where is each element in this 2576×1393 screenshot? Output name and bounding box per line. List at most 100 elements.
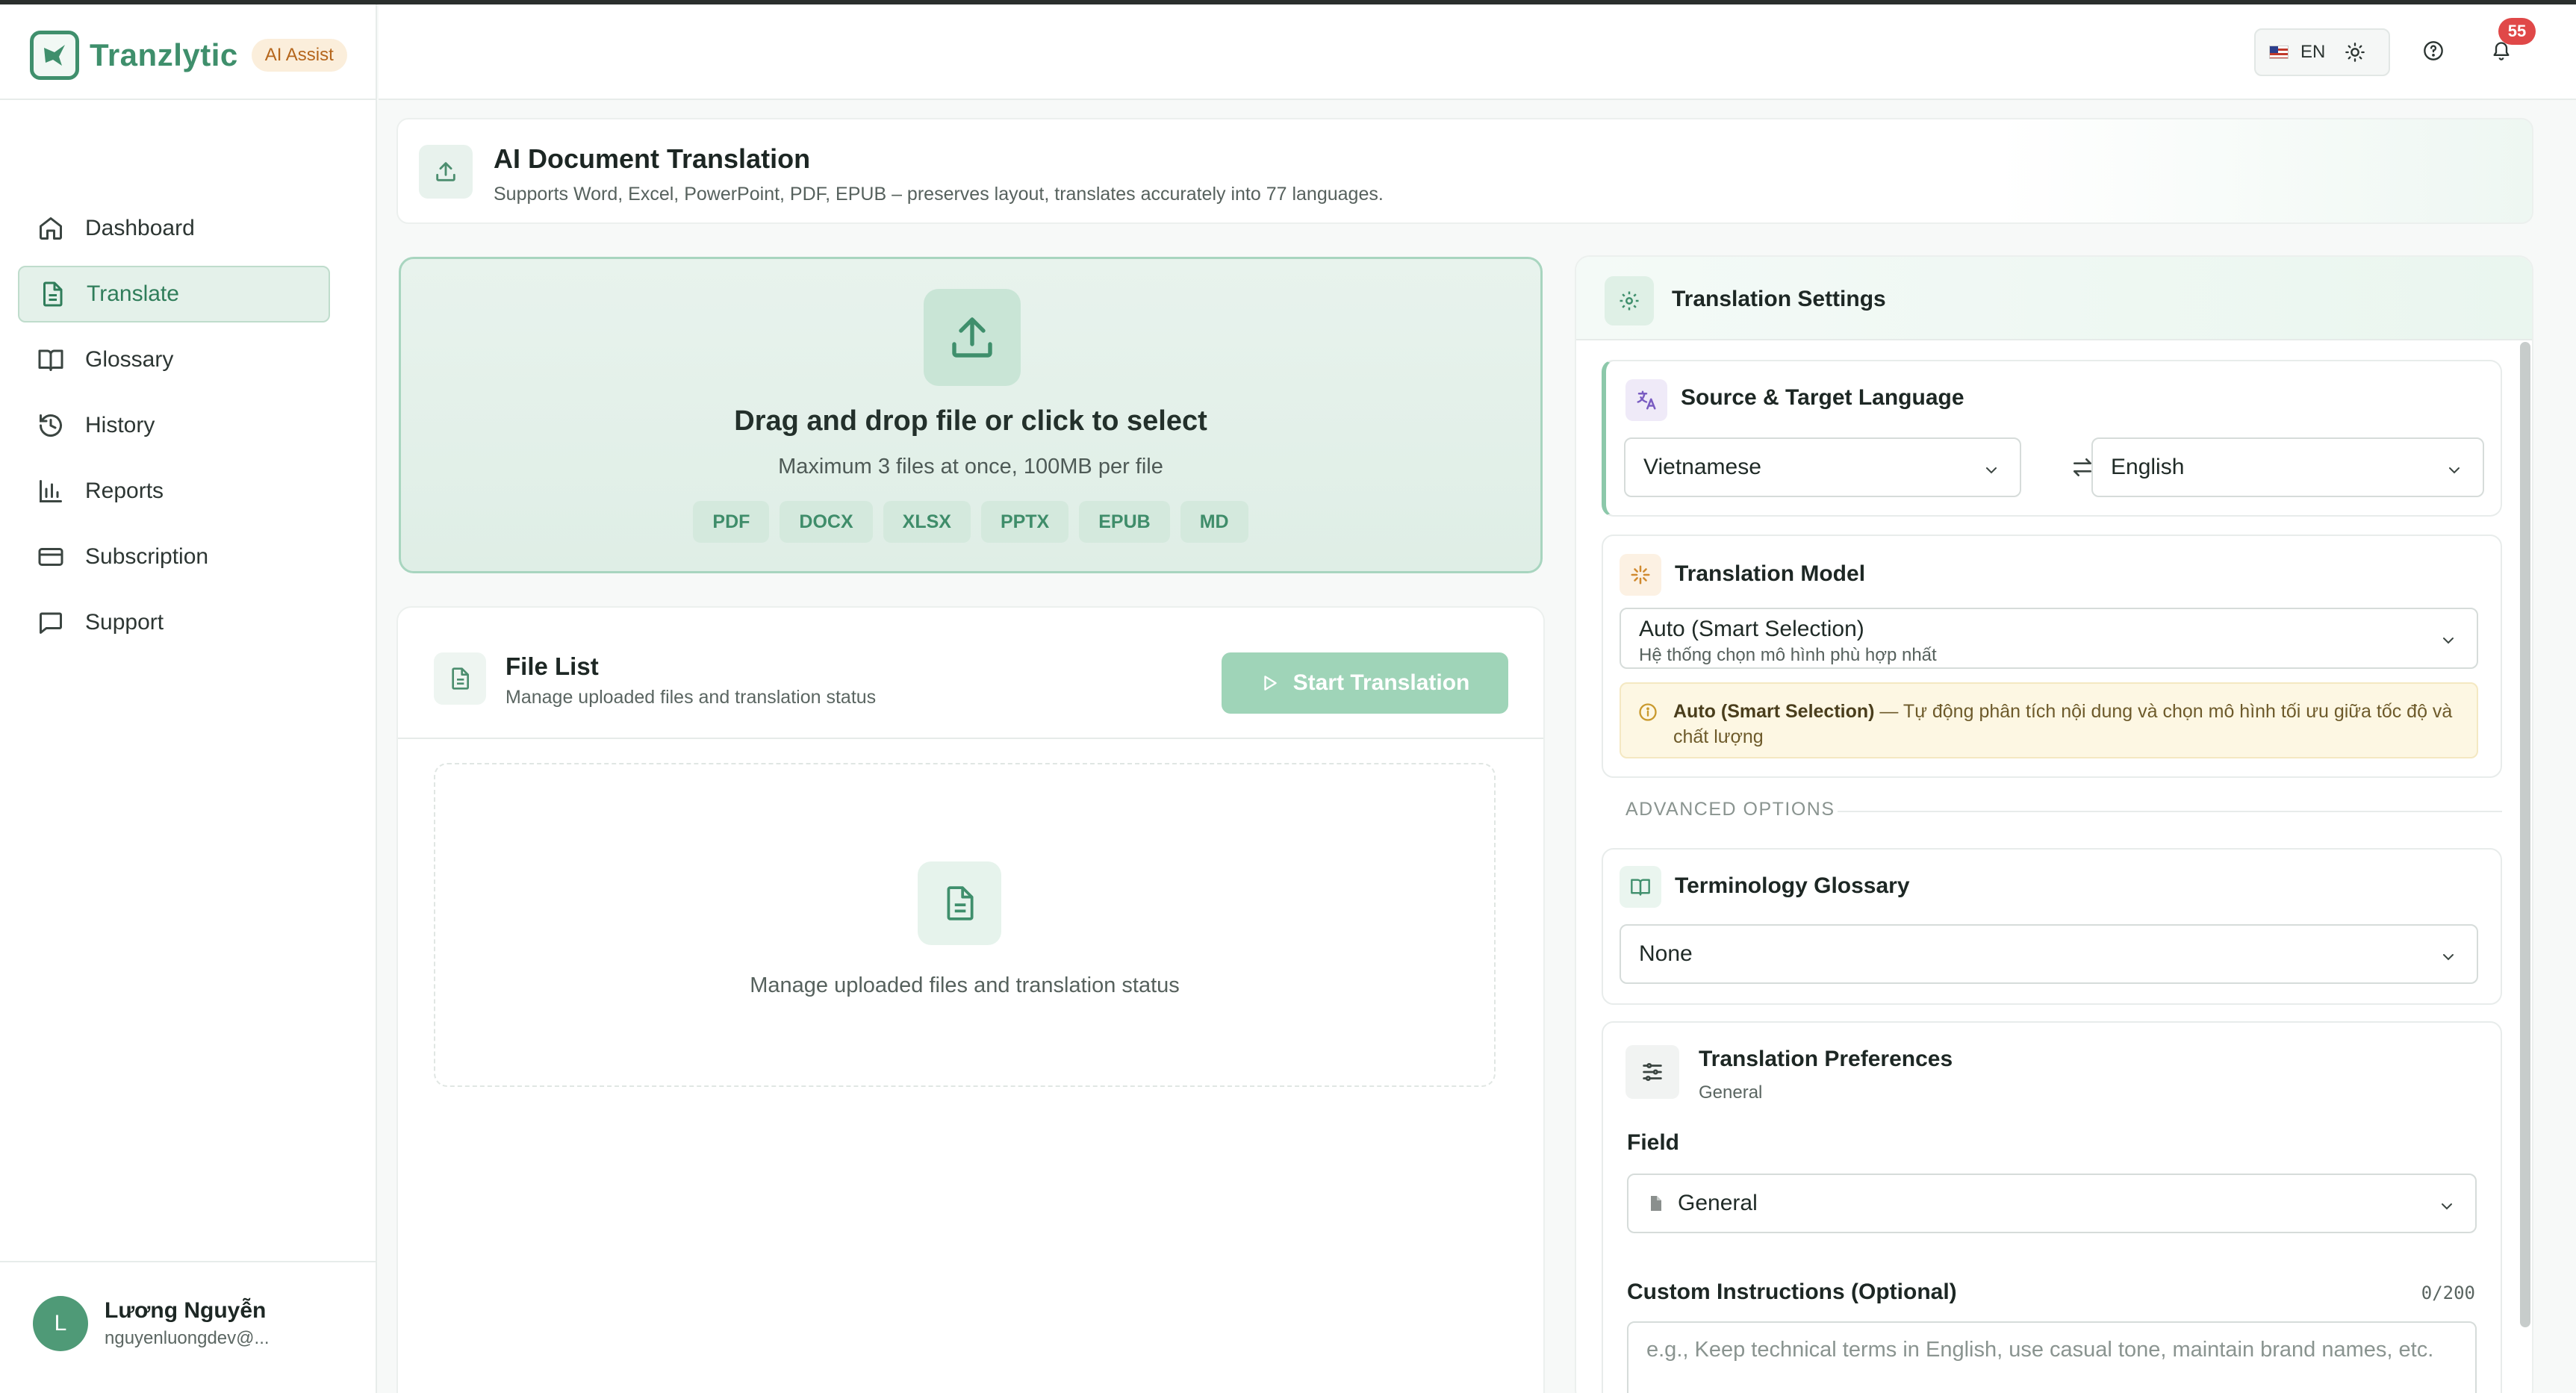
dropzone-subtitle: Maximum 3 files at once, 100MB per file xyxy=(778,455,1163,479)
user-name: Lương Nguyễn xyxy=(105,1298,267,1323)
file-list-subtitle: Manage uploaded files and translation st… xyxy=(505,687,877,708)
start-translation-label: Start Translation xyxy=(1292,670,1470,695)
book-icon xyxy=(1620,866,1661,908)
model-select[interactable]: Auto (Smart Selection) Hệ thống chọn mô … xyxy=(1620,608,2478,669)
nav-item-support[interactable]: Support xyxy=(18,594,330,651)
user-profile[interactable]: L Lương Nguyễn nguyenluongdev@... xyxy=(33,1296,270,1351)
us-flag-icon xyxy=(2269,46,2289,59)
main-nav: Dashboard Translate Glossary History Rep… xyxy=(18,200,330,660)
preferences-section-title: Translation Preferences xyxy=(1699,1047,1953,1071)
nav-label: Reports xyxy=(85,479,164,503)
file-list-title: File List xyxy=(505,652,599,680)
start-translation-button[interactable]: Start Translation xyxy=(1222,652,1508,714)
bar-chart-icon xyxy=(36,476,66,506)
sparkle-icon xyxy=(1620,554,1661,596)
divider xyxy=(0,99,376,100)
file-list-empty-state: Manage uploaded files and translation st… xyxy=(434,763,1496,1087)
source-language-select[interactable]: Vietnamese xyxy=(1624,437,2021,497)
avatar: L xyxy=(33,1296,88,1351)
format-chip-xlsx: XLSX xyxy=(883,501,971,543)
sun-icon[interactable] xyxy=(2343,40,2367,64)
preferences-section: Translation Preferences General Field Ge… xyxy=(1602,1021,2502,1393)
sliders-icon xyxy=(1625,1045,1679,1099)
top-header xyxy=(379,4,2576,100)
model-value: Auto (Smart Selection) xyxy=(1639,617,1864,641)
file-dropzone[interactable]: Drag and drop file or click to select Ma… xyxy=(399,257,1543,573)
file-text-icon xyxy=(37,279,67,309)
brand[interactable]: Tranzlytic AI Assist xyxy=(30,27,347,84)
divider xyxy=(0,1261,376,1262)
page-banner: AI Document Translation Supports Word, E… xyxy=(396,118,2533,224)
settings-title: Translation Settings xyxy=(1672,287,1886,311)
nav-item-translate[interactable]: Translate xyxy=(18,266,330,322)
nav-label: History xyxy=(85,413,155,437)
info-icon xyxy=(1637,702,1658,726)
chevron-down-icon xyxy=(2439,947,2457,972)
format-chip-md: MD xyxy=(1180,501,1248,543)
model-info-callout: Auto (Smart Selection) — Tự động phân tí… xyxy=(1620,682,2478,758)
nav-item-history[interactable]: History xyxy=(18,397,330,454)
history-icon xyxy=(36,411,66,440)
model-section: Translation Model Auto (Smart Selection)… xyxy=(1602,535,2502,778)
language-selector[interactable]: EN xyxy=(2300,42,2325,63)
user-email: nguyenluongdev@... xyxy=(105,1328,270,1348)
divider xyxy=(1838,811,2502,812)
chevron-down-icon xyxy=(2439,630,2457,655)
preferences-subtitle: General xyxy=(1699,1082,1763,1103)
book-icon xyxy=(36,345,66,375)
language-section: Source & Target Language Vietnamese Engl… xyxy=(1602,360,2502,517)
model-value-description: Hệ thống chọn mô hình phù hợp nhất xyxy=(1639,645,1937,665)
model-info-text: Auto (Smart Selection) — Tự động phân tí… xyxy=(1673,699,2465,750)
custom-instructions-label: Custom Instructions (Optional) xyxy=(1627,1280,1957,1304)
model-section-title: Translation Model xyxy=(1675,561,1866,586)
nav-item-reports[interactable]: Reports xyxy=(18,463,330,520)
dropzone-title: Drag and drop file or click to select xyxy=(734,405,1207,437)
field-label: Field xyxy=(1627,1130,1680,1155)
upload-icon xyxy=(924,289,1021,386)
field-select[interactable]: General xyxy=(1627,1174,2477,1233)
format-chip-pdf: PDF xyxy=(693,501,770,543)
document-icon xyxy=(1646,1194,1664,1212)
format-chips: PDF DOCX XLSX PPTX EPUB MD xyxy=(401,501,1540,543)
notification-count-badge: 55 xyxy=(2498,18,2536,45)
advanced-options-label: ADVANCED OPTIONS xyxy=(1625,799,1835,820)
help-icon[interactable] xyxy=(2420,37,2447,64)
target-language-select[interactable]: English xyxy=(2091,437,2484,497)
chevron-down-icon xyxy=(1982,460,2000,485)
nav-label: Dashboard xyxy=(85,216,195,240)
model-info-bold: Auto (Smart Selection) xyxy=(1673,701,1875,722)
divider xyxy=(398,738,1543,739)
glossary-section: Terminology Glossary None xyxy=(1602,848,2502,1005)
character-counter: 0/200 xyxy=(2421,1283,2475,1303)
gear-icon xyxy=(1605,276,1654,325)
chevron-down-icon xyxy=(2445,460,2463,485)
file-icon xyxy=(918,861,1001,945)
file-list-card: File List Manage uploaded files and tran… xyxy=(396,606,1545,1393)
chevron-down-icon xyxy=(2438,1196,2456,1221)
sidebar: Tranzlytic AI Assist Dashboard Translate… xyxy=(0,4,377,1393)
play-icon xyxy=(1260,673,1280,693)
upload-icon xyxy=(419,145,473,199)
settings-header: Translation Settings xyxy=(1576,257,2532,340)
target-language-value: English xyxy=(2111,455,2185,479)
message-icon xyxy=(36,608,66,638)
glossary-select[interactable]: None xyxy=(1620,924,2478,984)
format-chip-pptx: PPTX xyxy=(980,501,1069,543)
nav-item-glossary[interactable]: Glossary xyxy=(18,331,330,388)
format-chip-epub: EPUB xyxy=(1079,501,1170,543)
source-language-value: Vietnamese xyxy=(1643,455,1761,479)
translate-icon xyxy=(1625,379,1667,421)
nav-item-subscription[interactable]: Subscription xyxy=(18,529,330,585)
glossary-section-title: Terminology Glossary xyxy=(1675,873,1910,898)
custom-instructions-input[interactable] xyxy=(1627,1321,2477,1393)
language-section-title: Source & Target Language xyxy=(1681,385,1964,410)
ai-assist-badge: AI Assist xyxy=(251,39,347,72)
nav-item-dashboard[interactable]: Dashboard xyxy=(18,200,330,257)
nav-label: Translate xyxy=(87,281,179,306)
empty-state-text: Manage uploaded files and translation st… xyxy=(750,973,1180,997)
home-icon xyxy=(36,214,66,243)
language-theme-switcher: EN xyxy=(2254,28,2390,76)
translation-settings-panel: Translation Settings Source & Target Lan… xyxy=(1575,255,2533,1393)
settings-scrollbar[interactable] xyxy=(2520,342,2530,1327)
nav-label: Glossary xyxy=(85,347,174,372)
